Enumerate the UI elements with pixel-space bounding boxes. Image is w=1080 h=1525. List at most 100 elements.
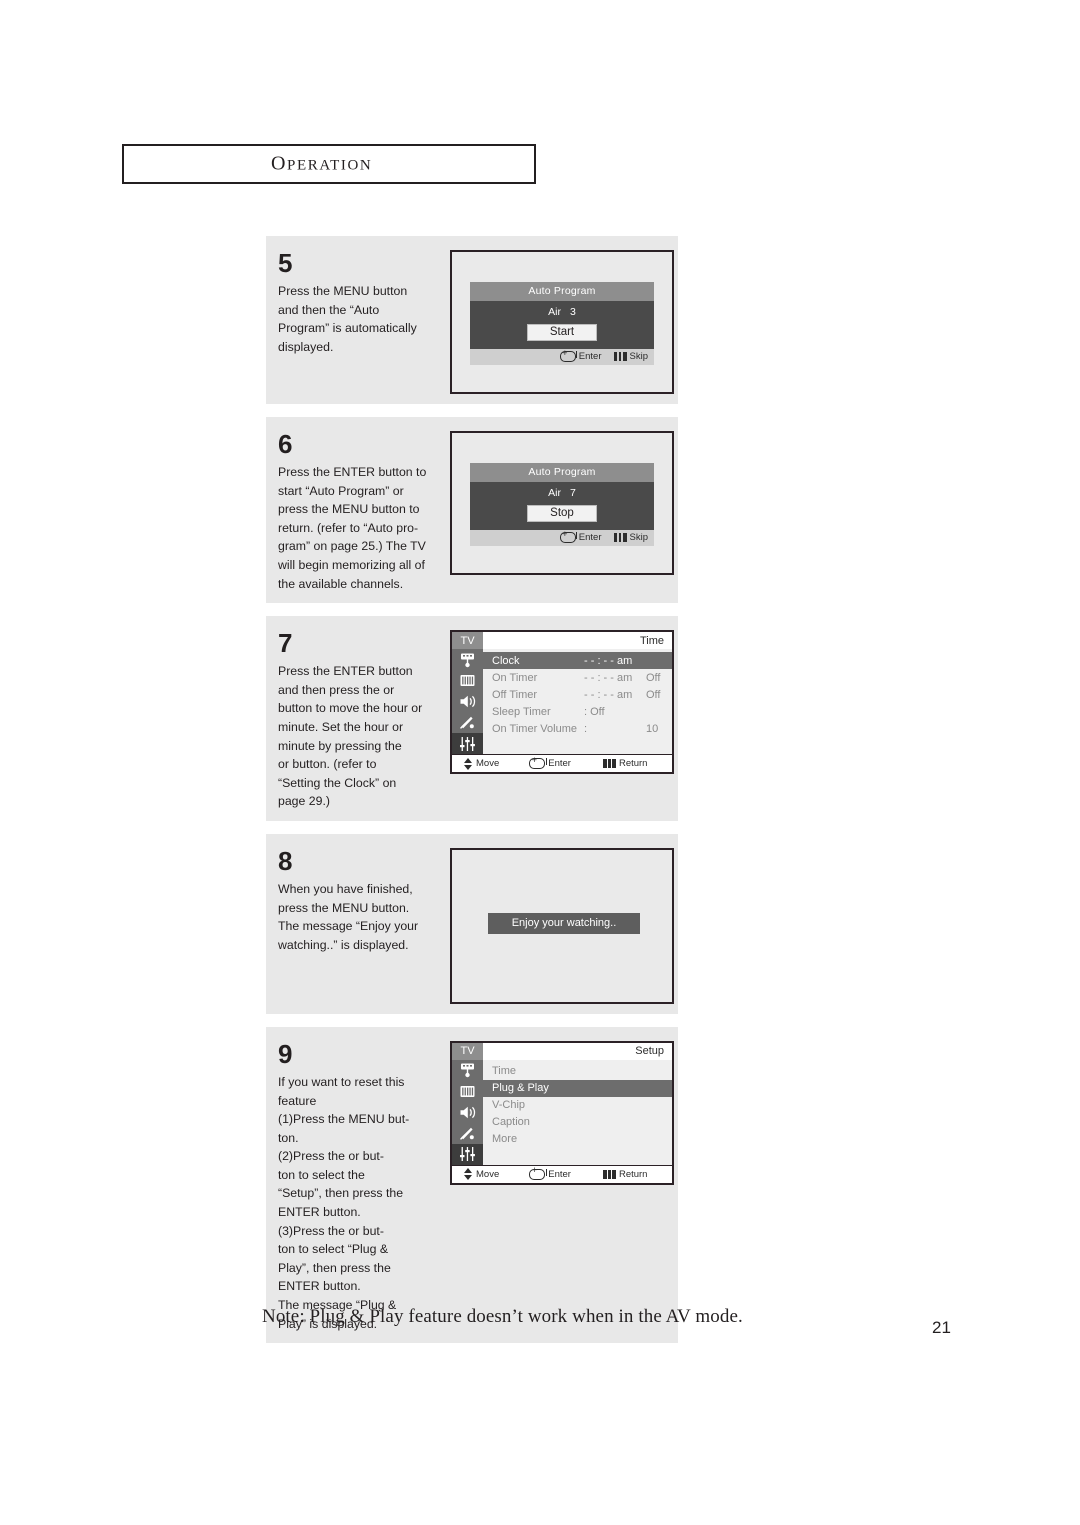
menu-bars-icon — [613, 352, 627, 361]
step-text: When you have finished, press the MENU b… — [278, 881, 419, 952]
osd-footer: Enter Skip — [470, 530, 654, 546]
step-instructions: 5 Press the MENU button and then the “Au… — [278, 250, 450, 356]
step-instructions: 9 If you want to reset this feature (1)P… — [278, 1041, 450, 1333]
move-hint[interactable]: Move — [464, 757, 500, 770]
tv-source-label: TV — [452, 632, 483, 650]
osd-air-label: Air — [548, 306, 561, 318]
skip-hint[interactable]: Skip — [613, 532, 648, 543]
enter-hint[interactable]: Enter — [559, 530, 602, 543]
osd-air-label: Air — [548, 487, 561, 499]
step-illustration: TV Time Clock - - : - - am On Timer - - … — [450, 630, 674, 775]
steps-container: 5 Press the MENU button and then the “Au… — [266, 236, 678, 1356]
menu-row-value: - - : - - am — [584, 654, 633, 667]
osd-title: Auto Program — [470, 282, 654, 301]
enter-label: Enter — [548, 758, 571, 770]
move-label: Move — [476, 758, 500, 770]
move-hint[interactable]: Move — [464, 1168, 500, 1181]
enter-label: Enter — [578, 532, 602, 543]
menu-row[interactable]: Time — [483, 1063, 672, 1080]
step-illustration: Auto Program Air 7 Stop Enter Skip — [450, 431, 674, 575]
step-illustration: TV Setup Time Plug & Play V-Chip Caption — [450, 1040, 674, 1185]
menu-row[interactable]: On Timer - - : - - am Off — [483, 669, 672, 686]
step-panel: 8 When you have finished, press the MENU… — [266, 833, 678, 1014]
menu-row-label: On Timer Volume — [492, 722, 577, 735]
osd-footer: Enter Skip — [470, 349, 654, 365]
tv-menu-icon-rail — [452, 1059, 483, 1165]
menu-bars-icon — [602, 1169, 616, 1179]
step-panel: 9 If you want to reset this feature (1)P… — [266, 1026, 678, 1344]
step-number: 8 — [278, 845, 293, 876]
osd-action-button[interactable]: Start — [526, 324, 598, 341]
step-text: Press the ENTER button to start “Auto Pr… — [278, 465, 427, 591]
input-antenna-icon[interactable] — [452, 1060, 483, 1081]
move-label: Move — [476, 1168, 500, 1180]
page-title-initial: O — [271, 152, 288, 175]
enter-hint[interactable]: Enter — [529, 756, 571, 770]
tv-menu-heading: Time — [639, 634, 664, 647]
picture-screen-icon[interactable] — [452, 1081, 483, 1102]
tv-screen-menu: TV Setup Time Plug & Play V-Chip Caption — [450, 1040, 674, 1185]
enter-hint[interactable]: Enter — [559, 349, 602, 362]
menu-row[interactable]: Off Timer - - : - - am Off — [483, 686, 672, 703]
osd-action-button[interactable]: Stop — [527, 505, 597, 522]
menu-row[interactable]: Caption — [483, 1114, 672, 1131]
step-number: 5 — [278, 248, 293, 278]
osd-auto-program: Auto Program Air 7 Stop Enter Skip — [470, 463, 654, 546]
return-hint[interactable]: Return — [602, 758, 648, 770]
setup-sliders-icon[interactable] — [452, 1143, 483, 1165]
enter-icon — [559, 530, 578, 543]
step-number: 6 — [278, 429, 293, 459]
step-number: 7 — [278, 628, 293, 659]
menu-row-value: : — [584, 722, 588, 735]
return-hint[interactable]: Return — [602, 1169, 647, 1180]
chapter-header: OPERATION — [122, 144, 536, 184]
setup-sliders-icon[interactable] — [452, 733, 483, 755]
sound-speaker-icon[interactable] — [452, 691, 483, 712]
enter-hint[interactable]: Enter — [529, 1166, 571, 1180]
menu-row[interactable]: Clock - - : - - am — [483, 652, 672, 670]
page-title-rest: PERATION — [287, 157, 373, 174]
channel-dish-icon[interactable] — [452, 1123, 483, 1144]
tv-menu-topbar: TV Setup — [452, 1042, 672, 1060]
step-illustration: Enjoy your watching.. — [450, 847, 674, 1004]
tv-menu-list: Clock - - : - - am On Timer - - : - - am… — [483, 649, 672, 754]
tv-screen-auto-program: Auto Program Air 7 Stop Enter Skip — [450, 431, 674, 575]
osd-message: Enjoy your watching.. — [488, 912, 640, 934]
menu-row-label: Sleep Timer — [492, 705, 551, 718]
menu-row-label: Caption — [492, 1116, 530, 1129]
tv-source-label: TV — [452, 1042, 483, 1060]
skip-hint[interactable]: Skip — [613, 351, 648, 362]
menu-row[interactable]: V-Chip — [483, 1097, 672, 1114]
footer-note: Note: Plug & Play feature doesn’t work w… — [262, 1306, 743, 1327]
tv-screen-menu: TV Time Clock - - : - - am On Timer - - … — [450, 630, 674, 775]
skip-label: Skip — [629, 351, 648, 362]
step-panel: 7 Press the ENTER button and then press … — [266, 616, 678, 821]
menu-row-label: Off Timer — [492, 688, 538, 701]
menu-bars-icon — [613, 533, 627, 542]
step-instructions: 6 Press the ENTER button to start “Auto … — [278, 431, 450, 593]
tv-screen-message: Enjoy your watching.. — [450, 847, 674, 1004]
picture-screen-icon[interactable] — [452, 670, 483, 691]
channel-dish-icon[interactable] — [452, 712, 483, 733]
menu-row-label: Clock — [492, 654, 520, 667]
menu-row[interactable]: More — [483, 1131, 672, 1148]
up-down-arrows-icon — [464, 1168, 473, 1181]
tv-onscreen-menu: TV Time Clock - - : - - am On Timer - - … — [452, 632, 672, 773]
tv-onscreen-menu: TV Setup Time Plug & Play V-Chip Caption — [452, 1042, 672, 1183]
step-panel: 6 Press the ENTER button to start “Auto … — [266, 417, 678, 604]
menu-row[interactable]: On Timer Volume : 10 — [483, 720, 672, 737]
menu-row[interactable]: Sleep Timer : Off — [483, 703, 672, 720]
tv-menu-list: Time Plug & Play V-Chip Caption More — [483, 1060, 672, 1165]
page-title: OPERATION — [271, 153, 372, 176]
osd-air-row: Air 3 — [470, 306, 654, 318]
menu-row-value: - - : - - am — [584, 688, 633, 701]
sound-speaker-icon[interactable] — [452, 1102, 483, 1123]
menu-row[interactable]: Plug & Play — [483, 1079, 672, 1097]
input-antenna-icon[interactable] — [452, 649, 483, 670]
step-instructions: 8 When you have finished, press the MENU… — [278, 848, 450, 954]
osd-body: Air 7 Stop — [470, 482, 654, 530]
step-text: If you want to reset this feature (1)Pre… — [278, 1074, 410, 1331]
osd-body: Air 3 Start — [470, 301, 654, 349]
return-label: Return — [618, 758, 648, 770]
step-panel: 5 Press the MENU button and then the “Au… — [266, 236, 678, 404]
